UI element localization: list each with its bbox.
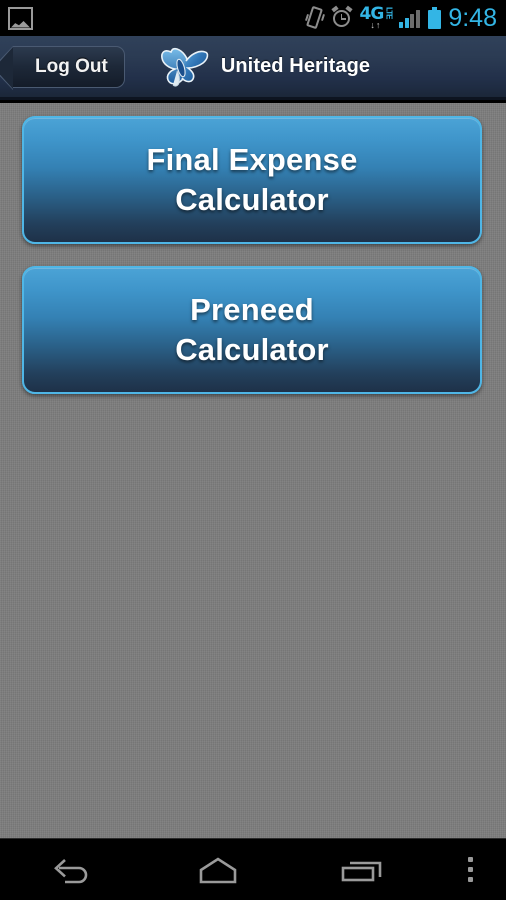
battery-icon xyxy=(428,7,442,29)
phone-screen: 4G LTE ↓↑ 9:48 Log Out United Heritage F… xyxy=(0,0,506,900)
home-icon xyxy=(199,856,237,883)
4g-lte-icon: 4G LTE ↓↑ xyxy=(360,6,394,30)
logout-button-label: Log Out xyxy=(35,55,108,77)
status-bar: 4G LTE ↓↑ 9:48 xyxy=(0,0,506,36)
menu-button[interactable] xyxy=(436,839,506,900)
data-arrows: ↓↑ xyxy=(370,20,382,30)
signal-bars-icon xyxy=(399,9,421,28)
recents-button[interactable] xyxy=(291,839,436,900)
back-arrow-icon xyxy=(53,858,87,883)
vibrate-icon xyxy=(304,5,325,31)
status-bar-system-icons: 4G LTE ↓↑ 9:48 xyxy=(304,4,506,32)
status-bar-notifications xyxy=(0,6,33,30)
status-bar-clock: 9:48 xyxy=(448,4,497,32)
home-button[interactable] xyxy=(145,839,290,900)
final-expense-calculator-line1: Final Expense xyxy=(146,142,358,177)
main-content: Final Expense Calculator Preneed Calcula… xyxy=(0,103,506,838)
butterfly-logo-icon xyxy=(160,47,209,87)
back-button[interactable] xyxy=(0,839,145,900)
alarm-clock-icon xyxy=(330,5,353,29)
network-tech-label: LTE xyxy=(384,7,394,19)
logout-button[interactable]: Log Out xyxy=(0,45,125,90)
overflow-menu-icon xyxy=(468,857,474,882)
android-navigation-bar xyxy=(0,838,506,900)
gallery-image-icon xyxy=(8,6,33,30)
final-expense-calculator-line2: Calculator xyxy=(175,182,329,217)
preneed-calculator-line2: Calculator xyxy=(175,332,329,367)
preneed-calculator-button[interactable]: Preneed Calculator xyxy=(22,266,482,394)
preneed-calculator-line1: Preneed xyxy=(190,292,314,327)
brand-block: United Heritage xyxy=(157,43,370,91)
recent-apps-icon xyxy=(342,861,382,881)
app-header: Log Out United Heritage xyxy=(0,36,506,100)
page-title: United Heritage xyxy=(220,55,371,77)
final-expense-calculator-button[interactable]: Final Expense Calculator xyxy=(22,116,482,244)
